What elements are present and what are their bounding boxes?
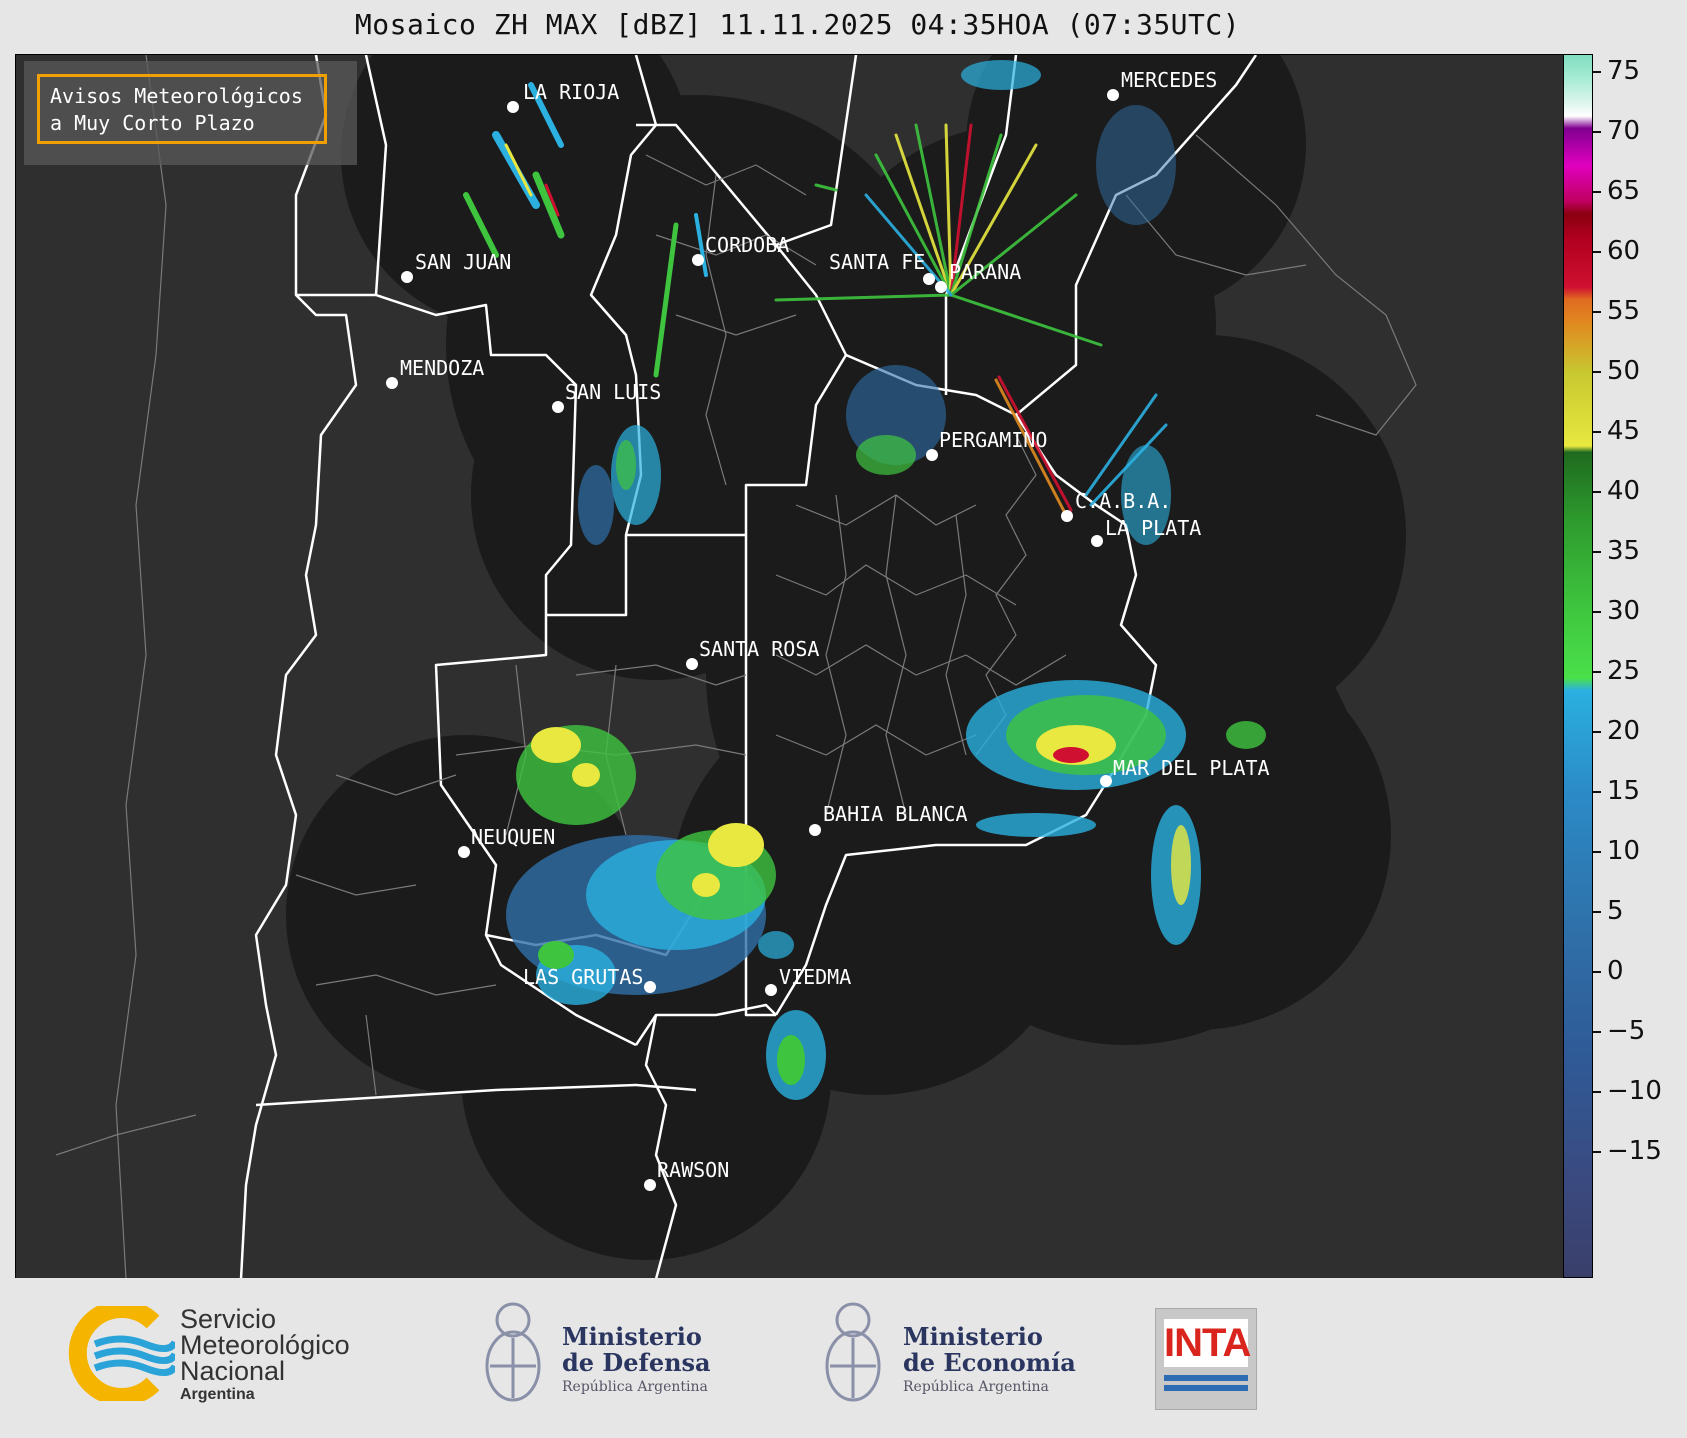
city-label-neuquen: NEUQUEN — [471, 825, 555, 849]
economia-text: Ministerio de Economía República Argenti… — [903, 1322, 1076, 1396]
city-label-san-luis: SAN LUIS — [565, 380, 661, 404]
city-label-bahia-blanca: BAHIA BLANCA — [823, 802, 968, 826]
tick-45: 45 — [1592, 416, 1640, 446]
city-label-caba: C.A.B.A. — [1075, 489, 1171, 513]
smn-text: Servicio Meteorológico Nacional Argentin… — [180, 1304, 350, 1404]
tick-60: 60 — [1592, 236, 1640, 266]
coat-of-arms-icon — [818, 1298, 888, 1413]
colorbar-ticks: 75 70 65 60 55 50 45 40 35 30 25 20 15 1… — [1592, 54, 1685, 1278]
tick-40: 40 — [1592, 476, 1640, 506]
smn-logo — [65, 1300, 179, 1406]
radar-canvas: LA RIOJA MERCEDES SAN JUAN CORDOBA SANTA… — [55, 55, 1417, 1279]
city-label-la-plata: LA PLATA — [1105, 516, 1201, 540]
tick-0: 0 — [1593, 956, 1624, 986]
inta-logo: INTA — [1155, 1308, 1257, 1410]
city-label-las-grutas: LAS GRUTAS — [523, 965, 643, 989]
notice-line-1: Avisos Meteorológicos — [50, 84, 303, 108]
defensa-text: Ministerio de Defensa República Argentin… — [562, 1322, 711, 1396]
tick-55: 55 — [1592, 296, 1640, 326]
tick-minus-10: −10 — [1593, 1076, 1662, 1106]
colorbar — [1563, 54, 1593, 1278]
city-label-mendoza: MENDOZA — [400, 356, 484, 380]
city-label-rawson: RAWSON — [657, 1158, 729, 1182]
tick-35: 35 — [1592, 536, 1640, 566]
tick-5: 5 — [1593, 896, 1624, 926]
city-label-la-rioja: LA RIOJA — [523, 80, 619, 104]
city-label-viedma: VIEDMA — [779, 965, 851, 989]
tick-50: 50 — [1592, 356, 1640, 386]
tick-25: 25 — [1592, 656, 1640, 686]
radar-map[interactable]: LA RIOJA MERCEDES SAN JUAN CORDOBA SANTA… — [15, 54, 1565, 1280]
tick-65: 65 — [1592, 176, 1640, 206]
city-label-san-juan: SAN JUAN — [415, 250, 511, 274]
coat-of-arms-icon — [478, 1298, 548, 1413]
tick-15: 15 — [1592, 776, 1640, 806]
city-label-santa-fe: SANTA FE — [829, 250, 925, 274]
tick-20: 20 — [1592, 716, 1640, 746]
city-label-parana: PARANA — [949, 260, 1021, 284]
tick-10: 10 — [1592, 836, 1640, 866]
tick-minus-5: −5 — [1592, 1016, 1645, 1046]
city-label-mercedes: MERCEDES — [1121, 68, 1217, 92]
city-label-pergamino: PERGAMINO — [939, 428, 1047, 452]
footer-logos: Servicio Meteorológico Nacional Argentin… — [0, 1278, 1687, 1438]
tick-75: 75 — [1592, 56, 1640, 86]
tick-30: 30 — [1592, 596, 1640, 626]
tick-70: 70 — [1592, 116, 1640, 146]
city-label-cordoba: CORDOBA — [705, 233, 789, 257]
notice-box: Avisos Meteorológicos a Muy Corto Plazo — [37, 74, 327, 144]
notice-panel: Avisos Meteorológicos a Muy Corto Plazo — [24, 61, 357, 165]
city-label-mar-del-plata: MAR DEL PLATA — [1113, 756, 1270, 780]
notice-line-2: a Muy Corto Plazo — [50, 111, 255, 135]
map-title: Mosaico ZH MAX [dBZ] 11.11.2025 04:35HOA… — [354, 8, 1241, 41]
tick-minus-15: −15 — [1593, 1136, 1662, 1166]
city-label-santa-rosa: SANTA ROSA — [699, 637, 819, 661]
